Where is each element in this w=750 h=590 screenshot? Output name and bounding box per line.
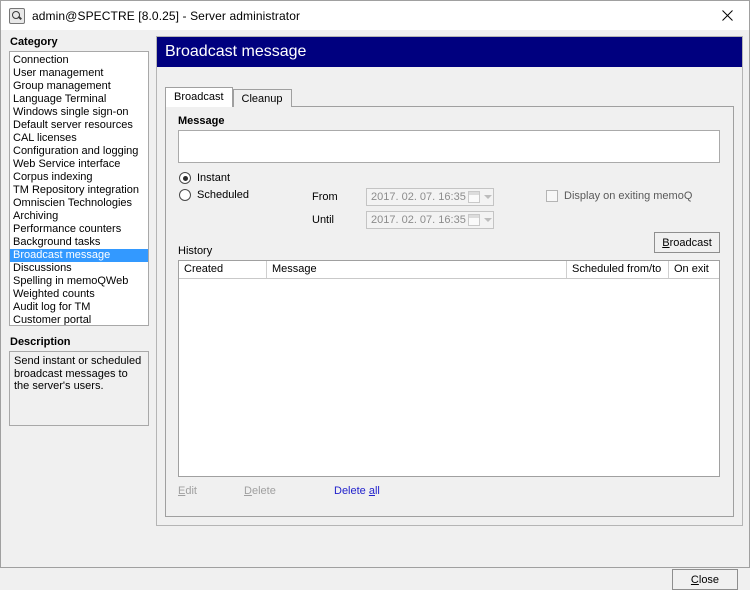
- broadcast-button-rest: roadcast: [670, 237, 712, 249]
- chevron-down-icon[interactable]: [482, 212, 493, 228]
- window-title: admin@SPECTRE [8.0.25] - Server administ…: [32, 9, 300, 23]
- until-label: Until: [312, 214, 334, 226]
- edit-link-rest: dit: [185, 485, 197, 497]
- tab-strip: Broadcast Cleanup: [165, 87, 734, 107]
- page-banner: Broadcast message: [157, 37, 742, 67]
- description-label: Description: [9, 336, 149, 348]
- page-title: Broadcast message: [165, 43, 306, 61]
- column-header-on-exit[interactable]: On exit: [669, 261, 719, 278]
- column-header-message[interactable]: Message: [267, 261, 567, 278]
- sidebar-item-archiving[interactable]: Archiving: [10, 210, 148, 223]
- message-input[interactable]: [178, 130, 720, 163]
- from-datetime-field[interactable]: 2017. 02. 07. 16:35: [366, 188, 494, 206]
- sidebar-item-spelling-in-memoqweb[interactable]: Spelling in memoQWeb: [10, 275, 148, 288]
- sidebar-item-omniscien-technologies[interactable]: Omniscien Technologies: [10, 197, 148, 210]
- sidebar-item-performance-counters[interactable]: Performance counters: [10, 223, 148, 236]
- delete-link: Delete: [244, 485, 276, 497]
- delete-all-link-prefix: Delete: [334, 485, 369, 497]
- window-close-button[interactable]: [705, 1, 749, 29]
- sidebar-item-windows-single-sign-on[interactable]: Windows single sign-on: [10, 106, 148, 119]
- until-datetime-value: 2017. 02. 07. 16:35: [367, 214, 468, 226]
- column-header-scheduled[interactable]: Scheduled from/to: [567, 261, 669, 278]
- sidebar-item-default-server-resources[interactable]: Default server resources: [10, 119, 148, 132]
- sidebar-item-language-terminal[interactable]: Language Terminal: [10, 93, 148, 106]
- close-icon: [722, 10, 733, 21]
- sidebar-item-discussions[interactable]: Discussions: [10, 262, 148, 275]
- tab-broadcast[interactable]: Broadcast: [165, 87, 233, 107]
- calendar-icon: [468, 191, 480, 203]
- calendar-icon: [468, 214, 480, 226]
- display-on-exit-checkbox-box: [546, 190, 558, 202]
- title-bar: admin@SPECTRE [8.0.25] - Server administ…: [1, 1, 749, 30]
- chevron-down-icon[interactable]: [482, 189, 493, 205]
- main-panel: Broadcast message Broadcast Cleanup Mess…: [156, 36, 743, 526]
- description-box: Send instant or scheduled broadcast mess…: [9, 351, 149, 426]
- sidebar-item-broadcast-message[interactable]: Broadcast message: [10, 249, 148, 262]
- sidebar-item-connection[interactable]: Connection: [10, 54, 148, 67]
- sidebar-item-group-management[interactable]: Group management: [10, 80, 148, 93]
- radio-instant[interactable]: Instant: [179, 172, 230, 184]
- category-label: Category: [9, 36, 149, 48]
- close-button-rest: lose: [699, 574, 719, 586]
- app-icon: [9, 8, 25, 24]
- history-label: History: [178, 245, 212, 257]
- close-button[interactable]: Close: [672, 569, 738, 590]
- server-administrator-window: admin@SPECTRE [8.0.25] - Server administ…: [0, 0, 750, 568]
- radio-instant-label: Instant: [197, 172, 230, 184]
- from-datetime-value: 2017. 02. 07. 16:35: [367, 191, 468, 203]
- tab-page-broadcast: Message Instant Scheduled From: [165, 106, 734, 517]
- until-datetime-field[interactable]: 2017. 02. 07. 16:35: [366, 211, 494, 229]
- window-content: Category ConnectionUser managementGroup …: [1, 30, 749, 567]
- message-label: Message: [178, 115, 224, 127]
- history-table-header: Created Message Scheduled from/to On exi…: [179, 261, 719, 279]
- sidebar-item-customer-portal[interactable]: Customer portal: [10, 314, 148, 326]
- history-table[interactable]: Created Message Scheduled from/to On exi…: [178, 260, 720, 477]
- close-button-mnemonic: C: [691, 574, 699, 586]
- sidebar-item-background-tasks[interactable]: Background tasks: [10, 236, 148, 249]
- edit-link: Edit: [178, 485, 197, 497]
- radio-scheduled-label: Scheduled: [197, 189, 249, 201]
- sidebar: Category ConnectionUser managementGroup …: [9, 36, 149, 426]
- sidebar-item-weighted-counts[interactable]: Weighted counts: [10, 288, 148, 301]
- radio-scheduled-indicator: [179, 189, 191, 201]
- sidebar-item-configuration-and-logging[interactable]: Configuration and logging: [10, 145, 148, 158]
- delete-all-link-rest: ll: [375, 485, 380, 497]
- sidebar-item-tm-repository-integration[interactable]: TM Repository integration: [10, 184, 148, 197]
- broadcast-button-mnemonic: B: [662, 237, 669, 249]
- sidebar-item-cal-licenses[interactable]: CAL licenses: [10, 132, 148, 145]
- radio-instant-indicator: [179, 172, 191, 184]
- sidebar-item-corpus-indexing[interactable]: Corpus indexing: [10, 171, 148, 184]
- column-header-created[interactable]: Created: [179, 261, 267, 278]
- tab-cleanup[interactable]: Cleanup: [233, 89, 292, 107]
- display-on-exit-label: Display on exiting memoQ: [564, 190, 692, 202]
- from-label: From: [312, 191, 338, 203]
- sidebar-item-user-management[interactable]: User management: [10, 67, 148, 80]
- radio-scheduled[interactable]: Scheduled: [179, 189, 249, 201]
- delete-link-rest: elete: [252, 485, 276, 497]
- delete-all-link[interactable]: Delete all: [334, 485, 380, 497]
- broadcast-button[interactable]: Broadcast: [654, 232, 720, 253]
- sidebar-item-web-service-interface[interactable]: Web Service interface: [10, 158, 148, 171]
- delete-link-mnemonic: D: [244, 485, 252, 497]
- display-on-exit-checkbox[interactable]: Display on exiting memoQ: [546, 190, 692, 202]
- tabs-region: Broadcast Cleanup Message Instant: [165, 87, 734, 517]
- category-list[interactable]: ConnectionUser managementGroup managemen…: [9, 51, 149, 326]
- sidebar-item-audit-log-for-tm[interactable]: Audit log for TM: [10, 301, 148, 314]
